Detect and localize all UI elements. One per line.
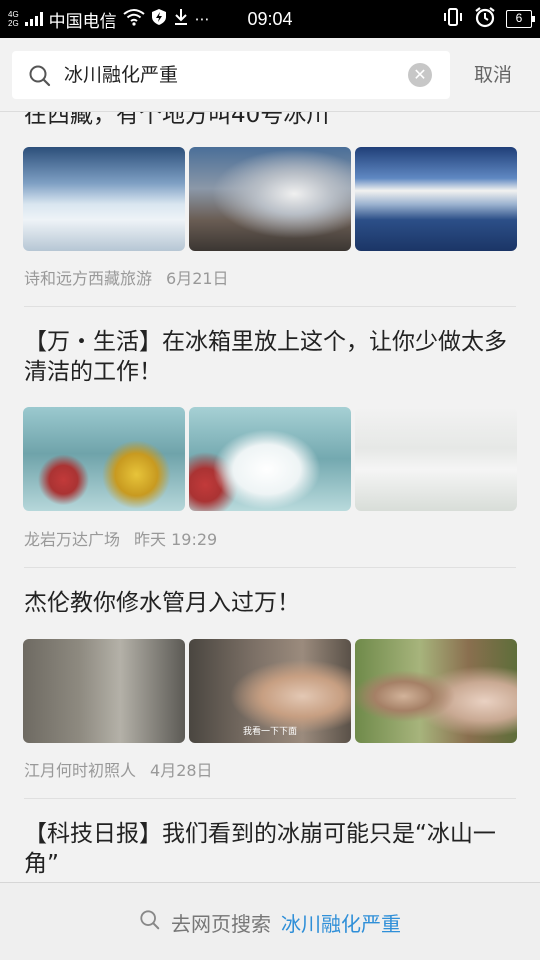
result-title[interactable]: 【科技日报】我们看到的冰崩可能只是“冰山一角” [24, 819, 516, 879]
web-search-link[interactable]: 去网页搜索 冰川融化严重 [0, 883, 540, 960]
result-source: 龙岩万达广场 [24, 530, 121, 549]
result-date: 昨天 19:29 [134, 530, 218, 549]
result-title[interactable]: 【万・生活】在冰箱里放上这个，让你少做太多清洁的工作！ [24, 327, 516, 387]
result-thumbnails[interactable]: 我看一下下面 [23, 639, 517, 743]
search-input[interactable]: 冰川融化严重 [64, 51, 178, 99]
result-thumbnail[interactable] [189, 147, 351, 251]
search-header: 冰川融化严重 ✕ 取消 [0, 38, 540, 112]
result-card[interactable]: 【科技日报】我们看到的冰崩可能只是“冰山一角” [0, 799, 540, 882]
result-card[interactable]: 杰伦教你修水管月入过万！ 我看一下下面 江月何时初照人 4月28日 [0, 568, 540, 798]
result-thumbnails[interactable] [23, 407, 517, 511]
status-bar: 4G 2G 中国电信 ⋯ 09:04 6 [0, 0, 540, 38]
status-right: 6 [442, 0, 535, 38]
battery-indicator: 6 [506, 10, 535, 28]
vibrate-icon [442, 7, 464, 31]
search-results-list[interactable]: 在西藏，有个地方叫40号冰川 诗和远方西藏旅游 6月21日 【万・生活】在冰箱里放… [0, 112, 540, 882]
web-search-prefix[interactable]: 去网页搜索 [171, 908, 271, 937]
video-subtitle-caption: 我看一下下面 [242, 727, 297, 737]
result-card[interactable]: 【万・生活】在冰箱里放上这个，让你少做太多清洁的工作！ 龙岩万达广场 昨天 19:… [0, 307, 540, 567]
result-thumbnail[interactable] [23, 407, 185, 511]
result-thumbnail[interactable] [189, 407, 351, 511]
result-source: 诗和远方西藏旅游 [24, 269, 153, 288]
result-date: 6月21日 [166, 269, 229, 288]
result-thumbnail[interactable] [23, 639, 185, 743]
result-thumbnail[interactable] [355, 639, 517, 743]
web-search-icon [139, 909, 161, 935]
result-thumbnails[interactable] [23, 147, 517, 251]
alarm-clock-icon [474, 6, 496, 32]
result-source: 江月何时初照人 [24, 761, 137, 780]
result-thumbnail[interactable] [355, 147, 517, 251]
result-thumbnail[interactable] [355, 407, 517, 511]
result-thumbnail[interactable]: 我看一下下面 [189, 639, 351, 743]
result-title[interactable]: 在西藏，有个地方叫40号冰川 [24, 112, 516, 130]
result-title[interactable]: 杰伦教你修水管月入过万！ [24, 588, 516, 618]
search-box[interactable]: 冰川融化严重 ✕ [12, 51, 450, 99]
web-search-query[interactable]: 冰川融化严重 [281, 908, 401, 937]
search-icon [28, 64, 52, 92]
result-meta: 江月何时初照人 4月28日 [24, 757, 213, 781]
result-thumbnail[interactable] [23, 147, 185, 251]
result-meta: 龙岩万达广场 昨天 19:29 [24, 526, 217, 550]
cancel-button[interactable]: 取消 [474, 51, 512, 99]
result-card[interactable]: 在西藏，有个地方叫40号冰川 诗和远方西藏旅游 6月21日 [0, 112, 540, 306]
result-date: 4月28日 [150, 761, 213, 780]
clear-search-icon[interactable]: ✕ [408, 63, 432, 87]
web-search-bar[interactable]: 去网页搜索 冰川融化严重 [0, 882, 540, 960]
result-meta: 诗和远方西藏旅游 6月21日 [24, 265, 229, 289]
